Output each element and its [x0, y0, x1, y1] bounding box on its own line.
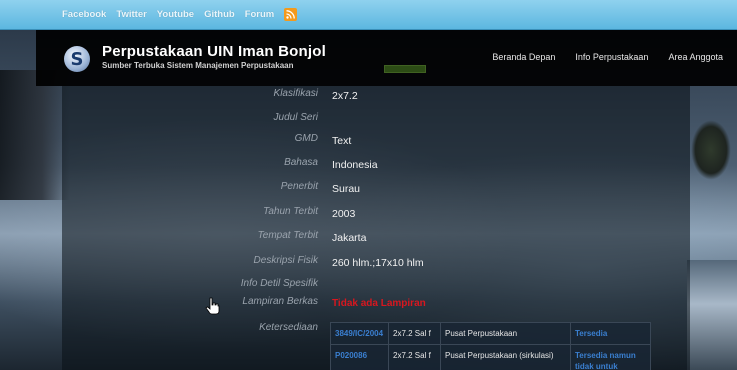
nav-beranda-depan[interactable]: Beranda Depan [492, 52, 555, 62]
detail-value: 2003 [332, 208, 356, 220]
forum-link[interactable]: Forum [245, 9, 275, 20]
detail-label: Deskripsi Fisik [253, 255, 318, 266]
site-title[interactable]: Perpustakaan UIN Iman Bonjol [102, 43, 326, 60]
detail-label: Tempat Terbit [257, 230, 318, 241]
detail-label: Penerbit [280, 181, 318, 192]
table-row: P020086 2x7.2 Sal f Pusat Perpustakaan (… [330, 344, 651, 370]
site-subtitle: Sumber Terbuka Sistem Manajemen Perpusta… [102, 61, 294, 70]
waterfall-rocks [687, 260, 737, 370]
trees-silhouette [0, 70, 70, 200]
detail-value: Indonesia [332, 159, 378, 171]
item-classification: 2x7.2 Sal f [388, 322, 441, 345]
twitter-link[interactable]: Twitter [116, 9, 146, 20]
site-header: S Perpustakaan UIN Iman Bonjol Sumber Te… [36, 30, 737, 86]
item-location: Pusat Perpustakaan [440, 322, 571, 345]
item-classification: 2x7.2 Sal f [388, 344, 441, 370]
search-highlight-box [384, 65, 426, 73]
detail-row-judul-seri: Judul Seri [62, 112, 690, 132]
slims-logo-icon[interactable]: S [64, 46, 90, 72]
nav-info-perpustakaan[interactable]: Info Perpustakaan [575, 52, 648, 62]
detail-row-tempat-terbit: Tempat Terbit Jakarta [62, 230, 690, 250]
detail-value: 260 hlm.;17x10 hlm [332, 257, 424, 269]
detail-label: Info Detil Spesifik [240, 278, 318, 289]
detail-label: Ketersediaan [259, 322, 318, 333]
tree-silhouette [691, 120, 731, 180]
detail-value: Jakarta [332, 232, 367, 244]
youtube-link[interactable]: Youtube [157, 9, 194, 20]
social-bar: Facebook Twitter Youtube Github Forum [0, 0, 737, 30]
detail-row-bahasa: Bahasa Indonesia [62, 157, 690, 177]
detail-value: Text [332, 135, 352, 147]
item-location: Pusat Perpustakaan (sirkulasi) [440, 344, 571, 370]
detail-row-gmd: GMD Text [62, 133, 690, 153]
item-status: Tersedia namun tidak untuk [570, 344, 651, 370]
detail-row-deskripsi-fisik: Deskripsi Fisik 260 hlm.;17x10 hlm [62, 255, 690, 275]
nav-area-anggota[interactable]: Area Anggota [668, 52, 723, 62]
detail-label: Tahun Terbit [263, 206, 318, 217]
github-link[interactable]: Github [204, 9, 235, 20]
main-nav: Beranda Depan Info Perpustakaan Area Ang… [492, 52, 723, 62]
detail-row-klasifikasi: Klasifikasi 2x7.2 [62, 88, 690, 108]
availability-table: 3849/IC/2004 2x7.2 Sal f Pusat Perpustak… [330, 322, 651, 370]
rss-glyph [286, 10, 296, 19]
no-attachment-text: Tidak ada Lampiran [332, 298, 426, 309]
bibliographic-detail-panel: Klasifikasi 2x7.2 Judul Seri GMD Text Ba… [62, 86, 690, 370]
detail-label: Klasifikasi [273, 88, 318, 99]
detail-label: Judul Seri [273, 112, 318, 123]
detail-row-tahun-terbit: Tahun Terbit 2003 [62, 206, 690, 226]
detail-label: Bahasa [284, 157, 318, 168]
detail-value: 2x7.2 [332, 90, 358, 102]
detail-value: Surau [332, 183, 361, 195]
item-status: Tersedia [570, 322, 651, 345]
table-row: 3849/IC/2004 2x7.2 Sal f Pusat Perpustak… [330, 322, 651, 345]
detail-row-lampiran: Lampiran Berkas Tidak ada Lampiran [62, 296, 690, 316]
detail-row-penerbit: Penerbit Surau [62, 181, 690, 201]
item-code-link[interactable]: 3849/IC/2004 [330, 322, 389, 345]
detail-row-info-detil: Info Detil Spesifik [62, 278, 690, 298]
hand-pointer-icon [205, 297, 220, 315]
facebook-link[interactable]: Facebook [62, 9, 106, 20]
item-code-link[interactable]: P020086 [330, 344, 389, 370]
detail-label: GMD [294, 133, 318, 144]
rss-icon[interactable] [284, 8, 298, 21]
